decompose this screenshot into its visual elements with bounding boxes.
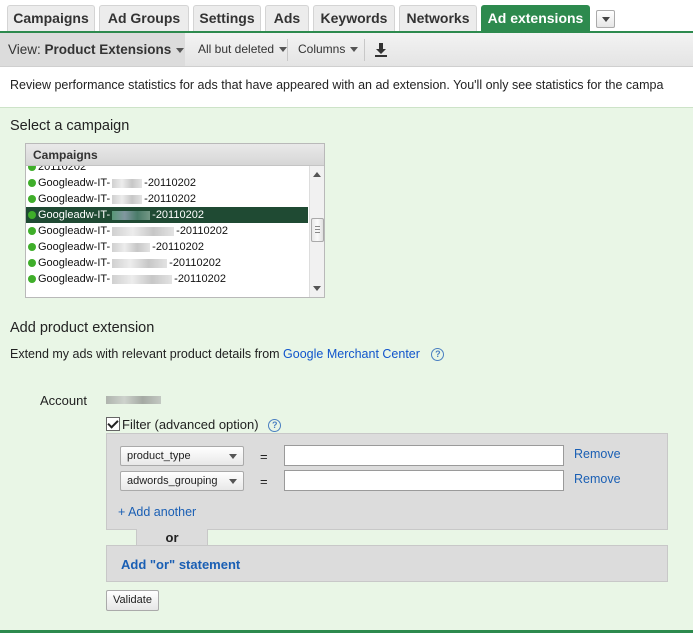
campaign-name-prefix: Googleadw-IT-: [38, 193, 111, 205]
campaign-row[interactable]: Googleadw-IT- -20110202: [26, 191, 308, 207]
extend-description: Extend my ads with relevant product deta…: [10, 347, 445, 362]
chevron-down-icon: [229, 479, 237, 484]
status-filter-label: All but deleted: [198, 42, 275, 56]
campaign-row[interactable]: Googleadw-IT- -20110202: [26, 223, 308, 239]
status-dot-icon: [28, 275, 36, 283]
attribute-select-2[interactable]: adwords_grouping: [120, 471, 244, 491]
campaign-name-suffix: -20110202: [144, 193, 196, 205]
campaign-name-suffix: -20110202: [152, 241, 204, 253]
chevron-down-icon: [602, 17, 610, 22]
campaign-name-suffix: -20110202: [174, 273, 226, 285]
tab-networks[interactable]: Networks: [399, 5, 477, 31]
operator-equals: =: [260, 474, 268, 489]
chevron-down-icon: [350, 47, 359, 53]
view-dropdown[interactable]: View: Product Extensions: [0, 33, 185, 66]
status-dot-icon: [28, 166, 36, 171]
campaign-name-prefix: Googleadw-IT-: [38, 241, 111, 253]
campaign-list: 20110202 Googleadw-IT- -20110202 Googleadw-…: [26, 166, 308, 297]
info-text: Review performance statistics for ads th…: [10, 78, 664, 92]
campaign-name-redacted: [112, 210, 151, 220]
operator-equals: =: [260, 449, 268, 464]
campaign-list-scrollbar[interactable]: [309, 166, 324, 297]
campaign-name-redacted: [112, 226, 175, 236]
tab-keywords[interactable]: Keywords: [313, 5, 395, 31]
or-statement-box: Add "or" statement: [106, 545, 668, 582]
campaign-name-suffix: -20110202: [169, 257, 221, 269]
chevron-down-icon: [279, 47, 288, 53]
campaign-name-suffix: -20110202: [144, 177, 196, 189]
account-value-redacted: [106, 396, 161, 404]
merchant-center-link[interactable]: Google Merchant Center: [283, 347, 420, 361]
select-campaign-heading: Select a campaign: [10, 118, 130, 134]
toolbar-divider: [287, 39, 288, 61]
tab-ad-extensions[interactable]: Ad extensions: [481, 5, 590, 33]
campaign-name-suffix: -20110202: [176, 225, 228, 237]
remove-condition-link-1[interactable]: Remove: [574, 447, 621, 461]
tab-bar: Campaigns Ad Groups Settings Ads Keyword…: [0, 0, 693, 33]
campaign-name-prefix: Googleadw-IT-: [38, 273, 111, 285]
toolbar-divider: [364, 39, 365, 61]
add-or-statement-link[interactable]: Add "or" statement: [121, 557, 240, 572]
status-dot-icon: [28, 259, 36, 267]
columns-label: Columns: [298, 42, 346, 56]
tab-ad-groups[interactable]: Ad Groups: [99, 5, 189, 31]
campaign-name-redacted: [112, 194, 143, 204]
view-value: Product Extensions: [44, 42, 172, 57]
toolbar: View: Product Extensions All but deleted…: [0, 33, 693, 67]
attribute-select-1[interactable]: product_type: [120, 446, 244, 466]
more-tabs-button[interactable]: [596, 10, 615, 28]
campaign-row[interactable]: 20110202: [26, 166, 308, 175]
help-icon[interactable]: ?: [268, 419, 282, 433]
filter-option: Filter (advanced option) ?: [106, 417, 282, 433]
campaign-row[interactable]: Googleadw-IT- -20110202: [26, 207, 308, 223]
filter-label: Filter (advanced option): [122, 417, 259, 432]
status-dot-icon: [28, 179, 36, 187]
campaign-list-header: Campaigns: [26, 144, 324, 166]
campaign-name-prefix: Googleadw-IT-: [38, 257, 111, 269]
campaign-row[interactable]: Googleadw-IT- -20110202: [26, 239, 308, 255]
campaign-name-prefix: Googleadw-IT-: [38, 225, 111, 237]
campaign-name-redacted: [112, 178, 143, 188]
scroll-down-icon[interactable]: [313, 286, 321, 291]
chevron-down-icon: [176, 47, 185, 53]
add-product-extension-heading: Add product extension: [10, 320, 155, 336]
scroll-up-icon[interactable]: [313, 172, 321, 177]
scroll-thumb[interactable]: [311, 218, 324, 242]
help-icon[interactable]: ?: [431, 348, 445, 362]
status-dot-icon: [28, 195, 36, 203]
campaign-row[interactable]: Googleadw-IT- -20110202: [26, 271, 308, 287]
status-filter-dropdown[interactable]: All but deleted: [198, 33, 288, 66]
tab-settings[interactable]: Settings: [193, 5, 261, 31]
campaign-name-suffix: -20110202: [152, 209, 204, 221]
download-icon[interactable]: [374, 42, 388, 58]
campaign-row[interactable]: Googleadw-IT- -20110202: [26, 175, 308, 191]
condition-value-input-1[interactable]: [284, 445, 564, 466]
condition-value-input-2[interactable]: [284, 470, 564, 491]
validate-button[interactable]: Validate: [106, 590, 159, 611]
tab-campaigns[interactable]: Campaigns: [7, 5, 95, 31]
filter-checkbox[interactable]: [106, 417, 120, 431]
status-dot-icon: [28, 227, 36, 235]
campaign-name-prefix: Googleadw-IT-: [38, 209, 111, 221]
status-dot-icon: [28, 243, 36, 251]
campaign-name-prefix: Googleadw-IT-: [38, 177, 111, 189]
campaign-name-redacted: [112, 274, 173, 284]
campaign-list-box: Campaigns 20110202 Googleadw-IT- -20110202…: [25, 143, 325, 298]
remove-condition-link-2[interactable]: Remove: [574, 472, 621, 486]
columns-dropdown[interactable]: Columns: [298, 33, 359, 66]
add-another-link[interactable]: + Add another: [118, 505, 196, 519]
campaign-name-redacted: [112, 258, 168, 268]
chevron-down-icon: [229, 454, 237, 459]
attribute-select-value: product_type: [127, 450, 191, 462]
attribute-select-value: adwords_grouping: [127, 475, 218, 487]
view-prefix: View:: [8, 42, 45, 57]
status-dot-icon: [28, 211, 36, 219]
campaign-name-redacted: [112, 242, 151, 252]
extend-text: Extend my ads with relevant product deta…: [10, 347, 284, 361]
account-label: Account: [40, 393, 87, 408]
campaign-row[interactable]: Googleadw-IT- -20110202: [26, 255, 308, 271]
tab-ads[interactable]: Ads: [265, 5, 309, 31]
campaign-name-suffix: 20110202: [38, 166, 87, 173]
